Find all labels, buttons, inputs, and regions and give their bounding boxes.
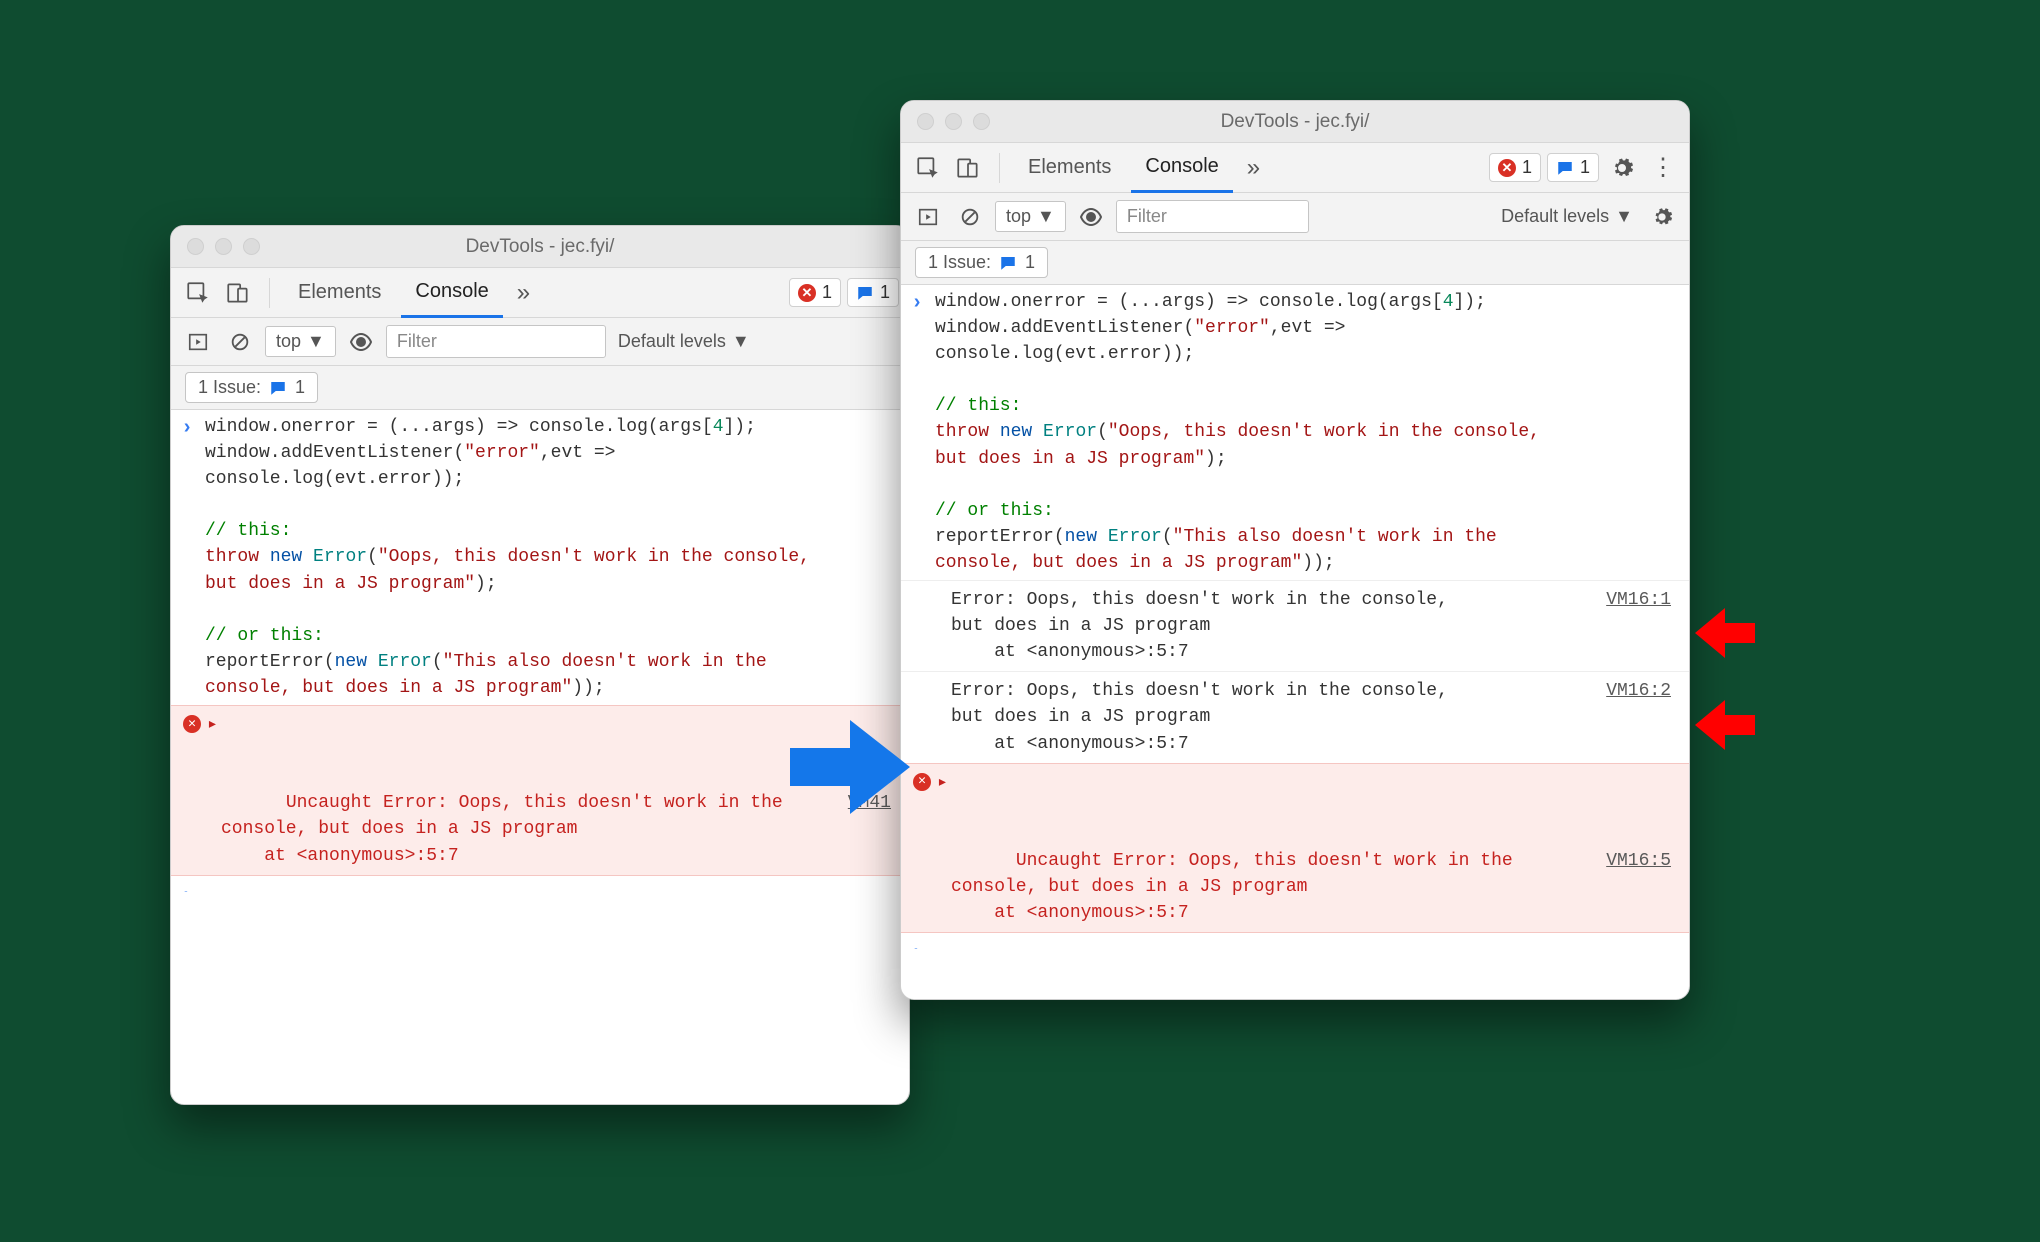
more-tabs-icon[interactable]: » <box>509 279 538 307</box>
more-tabs-icon[interactable]: » <box>1239 154 1268 182</box>
devtools-window-before: DevTools - jec.fyi/ Elements Console » ✕… <box>170 225 910 1105</box>
kebab-menu-icon[interactable]: ⋮ <box>1645 151 1679 185</box>
console-error-row[interactable]: ✕ ▸ VM16:5Uncaught Error: Oops, this doe… <box>901 763 1689 934</box>
messages-count: 1 <box>1580 157 1590 178</box>
show-drawer-icon[interactable] <box>911 200 945 234</box>
titlebar: DevTools - jec.fyi/ <box>171 226 909 268</box>
tab-console[interactable]: Console <box>401 268 502 318</box>
clear-icon[interactable] <box>953 200 987 234</box>
errors-badge[interactable]: ✕ 1 <box>789 278 841 307</box>
context-selector[interactable]: top ▼ <box>995 201 1066 232</box>
settings-icon[interactable] <box>1605 151 1639 185</box>
console-settings-icon[interactable] <box>1645 200 1679 234</box>
devtools-window-after: DevTools - jec.fyi/ Elements Console » ✕… <box>900 100 1690 1000</box>
issues-bar: 1 Issue: 1 <box>171 366 909 410</box>
console-body: window.onerror = (...args) => console.lo… <box>901 285 1689 949</box>
issues-label: 1 Issue: <box>928 252 991 273</box>
message-icon <box>269 379 287 397</box>
error-icon: ✕ <box>183 715 201 733</box>
issues-chip[interactable]: 1 Issue: 1 <box>185 372 318 403</box>
context-label: top <box>276 331 301 352</box>
filter-input[interactable]: Filter <box>1116 200 1310 233</box>
console-body: window.onerror = (...args) => console.lo… <box>171 410 909 892</box>
chevron-down-icon: ▼ <box>1037 206 1055 227</box>
annotation-arrow-red-2 <box>1695 700 1755 750</box>
console-log-row[interactable]: VM16:2Error: Oops, this doesn't work in … <box>901 671 1689 762</box>
inspect-icon[interactable] <box>181 276 215 310</box>
console-input-history[interactable]: window.onerror = (...args) => console.lo… <box>171 410 909 705</box>
clear-icon[interactable] <box>223 325 257 359</box>
device-icon[interactable] <box>221 276 255 310</box>
live-expr-icon[interactable] <box>1074 200 1108 234</box>
window-title: DevTools - jec.fyi/ <box>901 111 1689 133</box>
chevron-down-icon: ▼ <box>307 331 325 352</box>
levels-selector[interactable]: Default levels ▼ <box>614 331 754 352</box>
annotation-arrow-red-1 <box>1695 608 1755 658</box>
messages-badge[interactable]: 1 <box>847 278 899 307</box>
source-link[interactable]: VM16:5 <box>1606 848 1671 874</box>
console-input-history[interactable]: window.onerror = (...args) => console.lo… <box>901 285 1689 580</box>
tab-console[interactable]: Console <box>1131 143 1232 193</box>
console-toolbar: top ▼ Filter Default levels ▼ <box>901 193 1689 241</box>
disclosure-triangle-icon[interactable]: ▸ <box>937 770 948 796</box>
chevron-down-icon: ▼ <box>1615 206 1633 227</box>
message-icon <box>1556 159 1574 177</box>
issues-label: 1 Issue: <box>198 377 261 398</box>
console-log-row[interactable]: VM16:1Error: Oops, this doesn't work in … <box>901 580 1689 671</box>
tab-elements[interactable]: Elements <box>284 268 395 318</box>
errors-badge[interactable]: ✕ 1 <box>1489 153 1541 182</box>
errors-count: 1 <box>822 282 832 303</box>
window-title: DevTools - jec.fyi/ <box>171 236 909 258</box>
filter-input[interactable]: Filter <box>386 325 606 358</box>
messages-count: 1 <box>880 282 890 303</box>
context-selector[interactable]: top ▼ <box>265 326 336 357</box>
device-icon[interactable] <box>951 151 985 185</box>
main-tabbar: Elements Console » ✕ 1 1 ⋮ <box>901 143 1689 193</box>
console-prompt[interactable] <box>901 933 1689 949</box>
messages-badge[interactable]: 1 <box>1547 153 1599 182</box>
error-icon: ✕ <box>1498 159 1516 177</box>
main-tabbar: Elements Console » ✕ 1 1 <box>171 268 909 318</box>
source-link[interactable]: VM16:1 <box>1606 587 1671 613</box>
inspect-icon[interactable] <box>911 151 945 185</box>
tab-elements[interactable]: Elements <box>1014 143 1125 193</box>
error-icon: ✕ <box>913 773 931 791</box>
issues-bar: 1 Issue: 1 <box>901 241 1689 285</box>
show-drawer-icon[interactable] <box>181 325 215 359</box>
issues-count: 1 <box>295 377 305 398</box>
disclosure-triangle-icon[interactable]: ▸ <box>207 712 218 738</box>
console-prompt[interactable] <box>171 876 909 892</box>
levels-label: Default levels <box>1501 206 1609 227</box>
annotation-arrow-blue <box>790 720 910 814</box>
issues-chip[interactable]: 1 Issue: 1 <box>915 247 1048 278</box>
console-toolbar: top ▼ Filter Default levels ▼ <box>171 318 909 366</box>
errors-count: 1 <box>1522 157 1532 178</box>
levels-label: Default levels <box>618 331 726 352</box>
issues-count: 1 <box>1025 252 1035 273</box>
levels-selector[interactable]: Default levels ▼ <box>1497 206 1637 227</box>
live-expr-icon[interactable] <box>344 325 378 359</box>
source-link[interactable]: VM16:2 <box>1606 678 1671 704</box>
message-icon <box>856 284 874 302</box>
chevron-down-icon: ▼ <box>732 331 750 352</box>
error-icon: ✕ <box>798 284 816 302</box>
message-icon <box>999 254 1017 272</box>
titlebar: DevTools - jec.fyi/ <box>901 101 1689 143</box>
context-label: top <box>1006 206 1031 227</box>
